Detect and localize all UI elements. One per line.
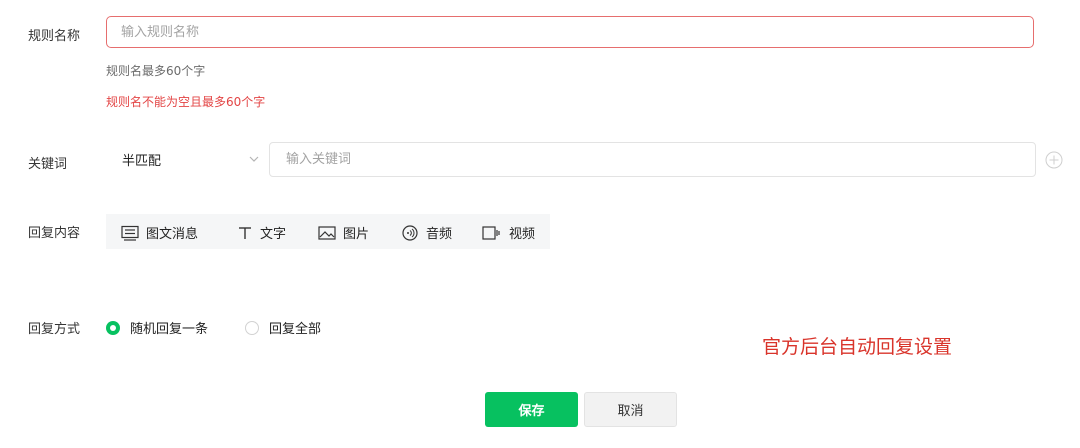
reply-mode-random-one[interactable]: 随机回复一条 — [106, 318, 208, 337]
reply-mode-all-label: 回复全部 — [269, 322, 322, 337]
content-type-news[interactable]: 图文消息 — [121, 223, 198, 242]
content-type-image[interactable]: 图片 — [318, 223, 369, 242]
text-icon — [239, 226, 251, 239]
chevron-down-icon — [249, 156, 259, 162]
radio-unselected-icon — [245, 320, 259, 335]
reply-content-label: 回复内容 — [28, 226, 81, 241]
content-type-news-label: 图文消息 — [146, 227, 199, 242]
save-button[interactable]: 保存 — [485, 392, 578, 427]
radio-selected-icon — [106, 320, 120, 335]
keyword-label: 关键词 — [28, 157, 68, 172]
content-type-audio[interactable]: 音频 — [401, 223, 452, 242]
reply-mode-label: 回复方式 — [28, 322, 81, 337]
match-mode-value: 半匹配 — [122, 153, 162, 169]
news-icon — [121, 225, 139, 241]
rule-name-input[interactable] — [106, 16, 1034, 48]
reply-mode-random-one-label: 随机回复一条 — [130, 322, 209, 337]
annotation-text: 官方后台自动回复设置 — [762, 336, 953, 358]
auto-reply-rule-form: 规则名称 规则名最多60个字 规则名不能为空且最多60个字 关键词 半匹配 回复… — [0, 0, 1080, 448]
match-mode-select[interactable]: 半匹配 — [106, 142, 269, 176]
image-icon — [318, 225, 336, 240]
audio-icon — [402, 224, 418, 241]
rule-name-hint: 规则名最多60个字 — [106, 64, 206, 78]
content-type-audio-label: 音频 — [426, 227, 453, 242]
video-icon — [482, 225, 500, 240]
cancel-button[interactable]: 取消 — [584, 392, 677, 427]
content-type-video-label: 视频 — [509, 227, 536, 242]
keyword-input[interactable] — [269, 142, 1036, 177]
rule-name-label: 规则名称 — [28, 29, 81, 44]
reply-mode-all[interactable]: 回复全部 — [245, 318, 321, 337]
add-keyword-icon[interactable] — [1045, 151, 1063, 169]
reply-content-type-bar: 图文消息 文字 图片 音频 视频 — [106, 214, 550, 249]
content-type-video[interactable]: 视频 — [482, 223, 535, 242]
content-type-text[interactable]: 文字 — [237, 223, 286, 242]
content-type-text-label: 文字 — [260, 227, 287, 242]
rule-name-error: 规则名不能为空且最多60个字 — [106, 95, 266, 109]
content-type-image-label: 图片 — [343, 227, 370, 242]
